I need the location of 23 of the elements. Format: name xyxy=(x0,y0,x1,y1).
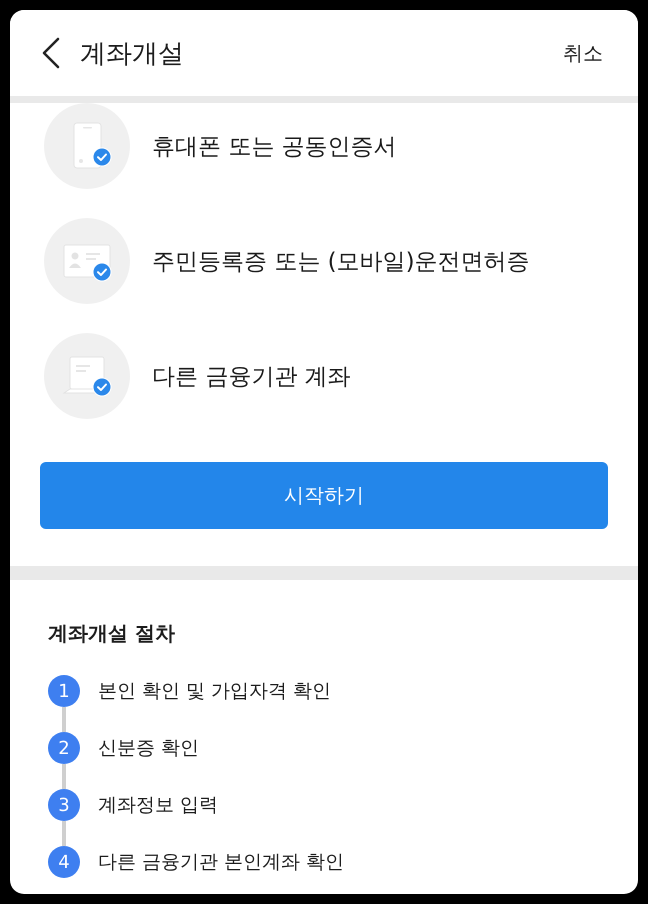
start-button[interactable]: 시작하기 xyxy=(40,462,608,529)
phone-icon xyxy=(44,103,130,189)
requirement-label: 주민등록증 또는 (모바일)운전면허증 xyxy=(152,248,530,276)
step-connector xyxy=(62,821,66,846)
section-title: 계좌개설 절차 xyxy=(48,620,175,647)
document-icon xyxy=(44,333,130,419)
cancel-button[interactable]: 취소 xyxy=(563,40,603,66)
step-number: 4 xyxy=(48,846,80,878)
step-connector xyxy=(62,707,66,732)
requirement-label: 휴대폰 또는 공동인증서 xyxy=(152,132,397,162)
step-number: 1 xyxy=(48,675,80,707)
requirement-label: 다른 금융기관 계좌 xyxy=(152,362,351,392)
step-connector xyxy=(62,764,66,789)
page-title: 계좌개설 xyxy=(80,38,184,70)
id-card-icon xyxy=(44,218,130,304)
back-icon xyxy=(42,37,60,69)
step-label: 본인 확인 및 가입자격 확인 xyxy=(98,679,332,704)
step-label: 신분증 확인 xyxy=(98,736,200,761)
step-label: 계좌정보 입력 xyxy=(98,793,218,818)
step-label: 다른 금융기관 본인계좌 확인 xyxy=(98,850,344,875)
back-button[interactable] xyxy=(42,37,60,69)
step-number: 3 xyxy=(48,789,80,821)
step-number: 2 xyxy=(48,732,80,764)
